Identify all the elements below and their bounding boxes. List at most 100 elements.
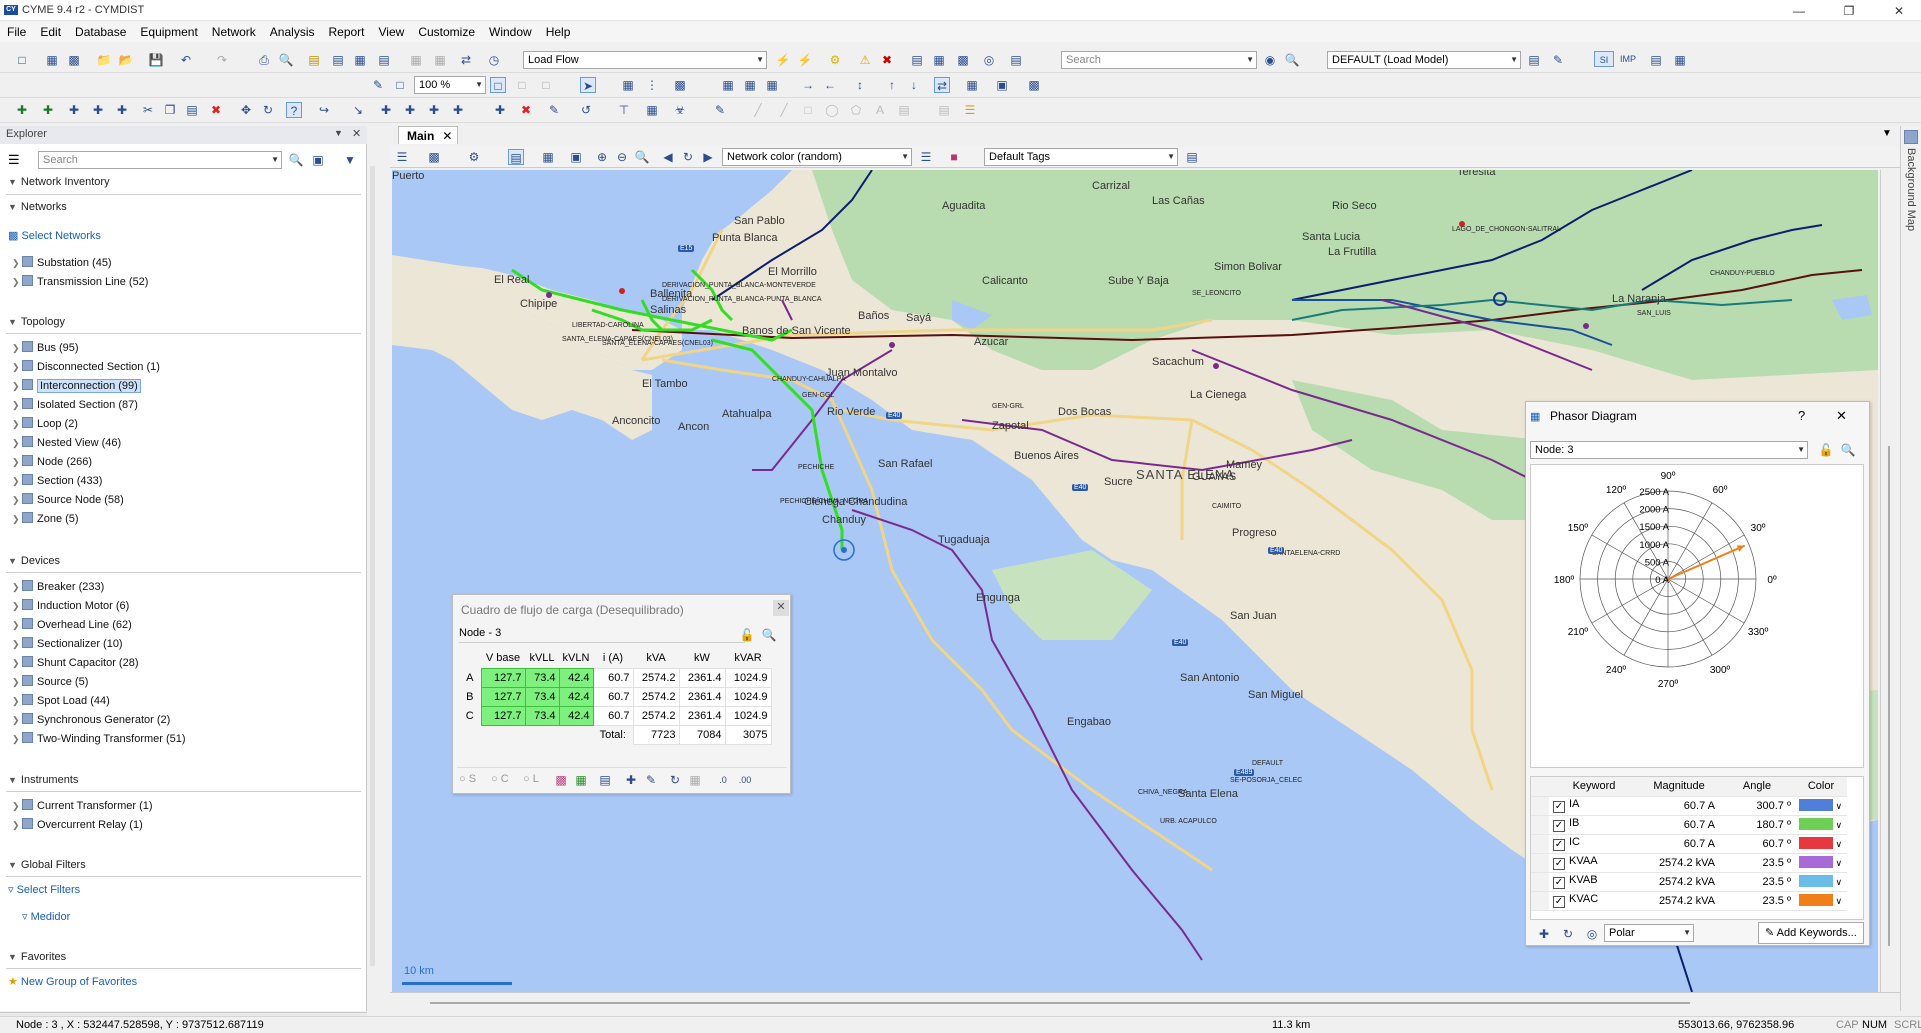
favorites-section[interactable]: ▼ Favorites [8,951,66,963]
view-icon[interactable]: ▤ [1008,52,1024,68]
decimal-increase-icon[interactable]: .00 [737,772,753,788]
tree-item-loop[interactable]: ❯ Loop (2) [12,416,78,433]
split-delete-icon[interactable]: ✖ [518,102,534,118]
color-dropdown-icon[interactable]: ∨ [1833,801,1843,811]
line-draw-icon[interactable]: ╱ [750,102,766,118]
model-edit-icon[interactable]: ▤ [1526,52,1542,68]
table-row[interactable]: ✓ IA 60.7 A 300.7 º ∨ [1531,796,1847,816]
arrow-draw-icon[interactable]: ╱ [776,102,792,118]
binoculars-icon[interactable]: ◉ [1262,52,1278,68]
text-draw-icon[interactable]: A [872,102,888,118]
menu-database[interactable]: Database [68,22,133,42]
delete-icon[interactable]: ✖ [208,102,224,118]
map-network-icon[interactable]: ▩ [426,149,442,165]
target-icon[interactable]: ◎ [981,52,997,68]
transform-icon[interactable]: ↺ [578,102,594,118]
tree-item-breaker[interactable]: ❯ Breaker (233) [12,579,104,596]
network-grid-icon[interactable]: ▩ [66,52,82,68]
tree-item-twowinding[interactable]: ❯ Two-Winding Transformer (51) [12,731,186,748]
warning-icon[interactable]: ⚠ [857,52,873,68]
radio-l[interactable]: ○ L [523,773,539,785]
align-icon[interactable]: ▩ [672,77,688,93]
load-model-combo[interactable]: DEFAULT (Load Model) ▼ [1327,51,1521,69]
si-units-button[interactable]: SI [1594,51,1614,67]
tags-settings-icon[interactable]: ▤ [1184,149,1200,165]
forward-arrow-icon[interactable]: ▶ [700,149,716,165]
new-icon[interactable]: □ [14,52,30,68]
edit-shape-icon[interactable]: ✎ [546,102,562,118]
step-3-icon[interactable]: ▦ [764,77,780,93]
layout-icon[interactable]: ▤ [1648,52,1664,68]
map-view-icon[interactable]: ▤ [508,149,524,165]
hamburger-icon[interactable]: ☰ [8,152,20,168]
phasor-refresh-icon[interactable]: ↻ [1560,926,1576,942]
split-icon[interactable]: ✚ [492,102,508,118]
table-icon[interactable]: ▦ [352,52,368,68]
background-map-tab[interactable]: Background Map [1905,148,1917,231]
step-1-icon[interactable]: ▦ [720,77,736,93]
grid-3-icon[interactable]: ▦ [644,102,660,118]
tab-main[interactable]: Main ✕ [398,126,458,144]
medidor-filter[interactable]: ▿ Medidor [22,909,70,926]
tree-item-source[interactable]: ❯ Source (5) [12,674,88,691]
restore-button[interactable]: ❐ [1834,2,1864,20]
map-layers-icon[interactable]: ▦ [540,149,556,165]
grid-2-icon[interactable]: ▦ [964,77,980,93]
keyword-checkbox[interactable]: ✓ [1553,839,1565,851]
tree-item-source[interactable]: ❯ Source Node (58) [12,492,124,509]
back-arrow-icon[interactable]: ◀ [660,149,676,165]
menu-equipment[interactable]: Equipment [133,22,204,42]
menu-analysis[interactable]: Analysis [263,22,322,42]
zoom-search-icon[interactable]: 🔍 [634,149,650,165]
explorer-search-input[interactable]: Search ▼ [38,151,282,169]
decimal-decrease-icon[interactable]: .0 [715,772,731,788]
print-preview-icon[interactable]: 🔍 [278,52,294,68]
radio-s[interactable]: ○ S [459,773,476,785]
paste-icon[interactable]: ▤ [184,102,200,118]
table-row[interactable]: ✓ KVAC 2574.2 kVA 23.5 º ∨ [1531,891,1847,911]
keyword-checkbox[interactable]: ✓ [1553,896,1565,908]
redo-icon[interactable]: ↷ [214,52,230,68]
phasor-find-icon[interactable]: 🔍 [1840,442,1856,458]
menu-window[interactable]: Window [482,22,539,42]
explorer-zoom-icon[interactable]: ▣ [310,152,326,168]
grid-layout-icon[interactable]: ▦ [1672,52,1688,68]
tab-list-icon[interactable]: ▼ [1882,128,1892,139]
reshape-icon[interactable]: ↘ [350,102,366,118]
print-icon[interactable]: ⎙ [256,52,272,68]
explorer-close-icon[interactable]: ✕ [352,127,361,140]
export-excel-icon[interactable]: ▦ [573,772,589,788]
tags-combo[interactable]: Default Tags ▼ [984,148,1178,166]
menu-customize[interactable]: Customize [411,22,482,42]
zoom-combo[interactable]: 100 % ▼ [414,76,486,94]
color-dropdown-icon[interactable]: ∨ [1833,820,1843,830]
tree-item-disconnected[interactable]: ❯ Disconnected Section (1) [12,359,160,376]
open-folder-icon[interactable]: 📁 [96,52,112,68]
explorer-scrollbar[interactable] [370,166,375,966]
phasor-mode-combo[interactable]: Polar ▼ [1604,924,1694,942]
load-flow-find-icon[interactable]: 🔍 [761,627,777,643]
tree-item-section[interactable]: ❯ Section (433) [12,473,102,490]
color-swatch[interactable] [1799,818,1833,830]
keyword-checkbox[interactable]: ✓ [1553,801,1565,813]
lock-icon[interactable]: 🔓 [739,627,755,643]
image-draw-icon[interactable]: ▤ [896,102,912,118]
properties-icon[interactable]: ▤ [330,52,346,68]
color-dropdown-icon[interactable]: ∨ [1833,877,1843,887]
pointer-tool-icon[interactable]: ➤ [580,77,596,93]
tree-item-substation[interactable]: ❯ Substation (45) [12,255,112,272]
tree-item-zone[interactable]: ❯ Zone (5) [12,511,79,528]
color-swatch[interactable] [1799,837,1833,849]
edit-pencil-icon[interactable]: ✎ [370,77,386,93]
add-section-icon[interactable]: ✚ [40,102,56,118]
menu-network[interactable]: Network [205,22,263,42]
arrow-right-icon[interactable]: → [800,77,816,93]
clipboard-icon[interactable]: ▤ [597,772,613,788]
zoom-in-icon[interactable]: ⊕ [594,149,610,165]
monitor-icon[interactable]: ▩ [1026,77,1042,93]
color-theme-icon[interactable]: ■ [946,149,962,165]
analysis-combo[interactable]: Load Flow ▼ [523,51,767,69]
vertical-scroll-thumb[interactable] [1888,446,1890,946]
refresh-icon[interactable]: ↻ [667,772,683,788]
disabled-grid-icon[interactable]: ▦ [687,772,703,788]
